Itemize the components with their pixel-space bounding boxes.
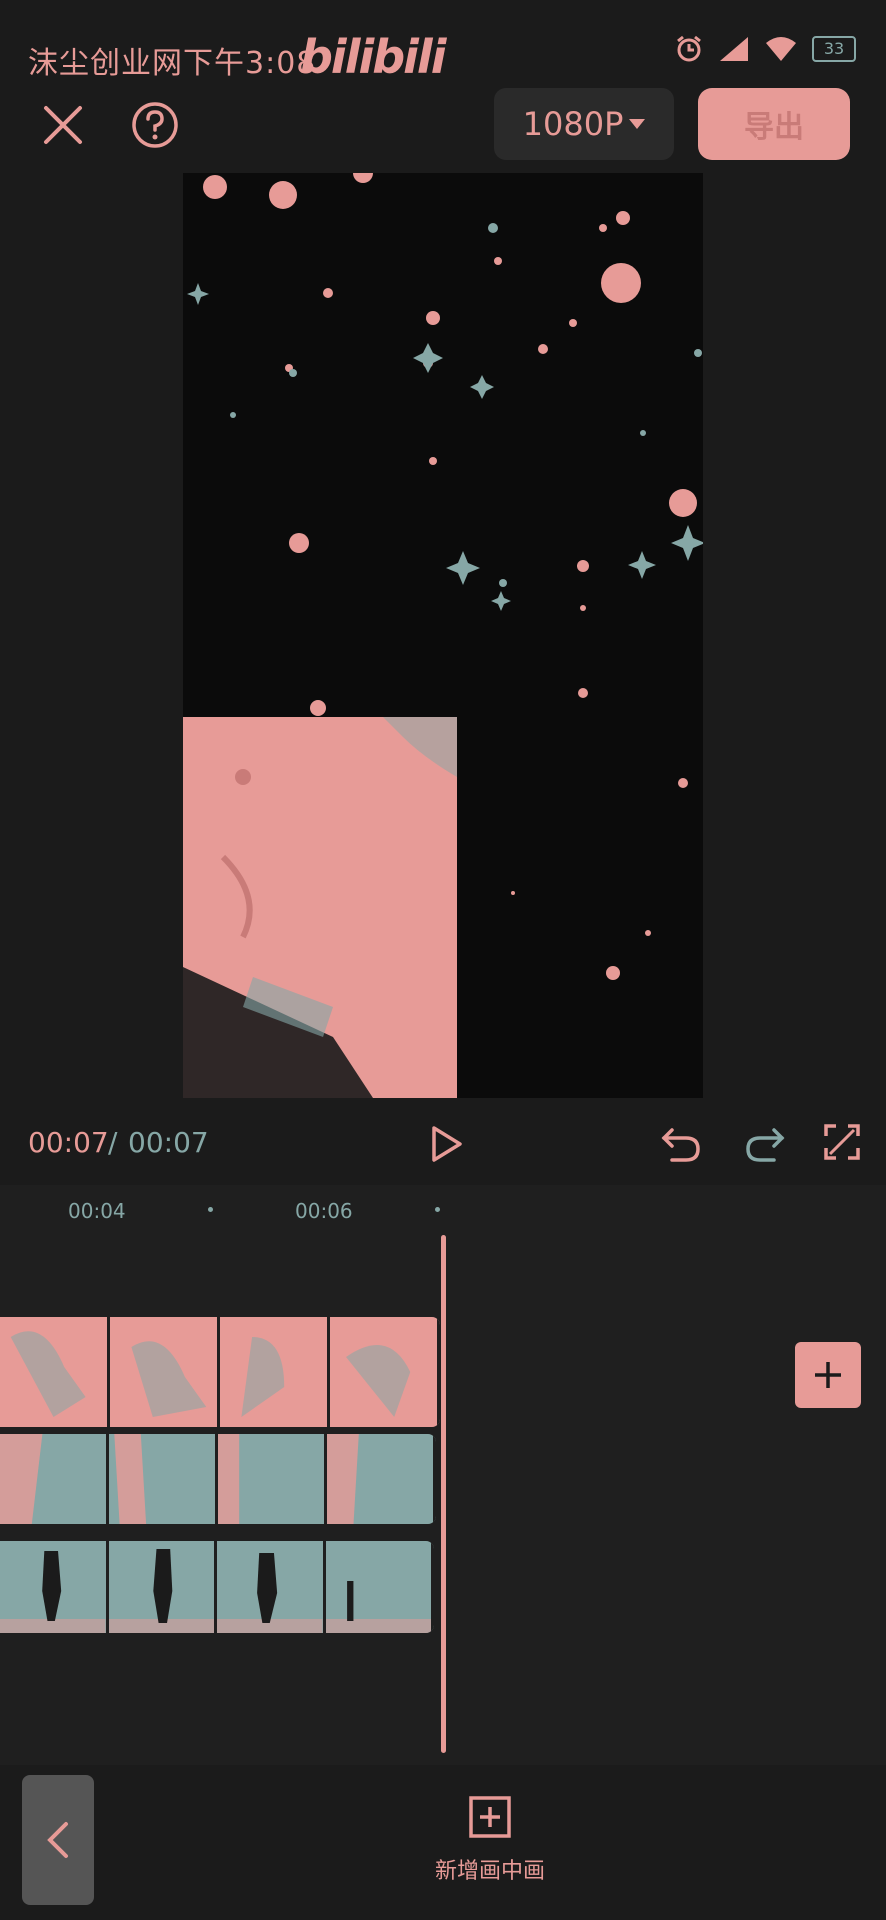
add-pip-button[interactable]: 新增画中画 <box>410 1795 570 1885</box>
video-track-1[interactable] <box>0 1434 436 1524</box>
add-square-icon <box>469 1796 511 1838</box>
clip-frame <box>0 1541 109 1633</box>
bottom-toolbar: 新增画中画 <box>0 1765 886 1920</box>
timeline-tick: 00:06 <box>295 1199 353 1223</box>
help-button[interactable] <box>130 100 180 150</box>
play-button[interactable] <box>426 1124 466 1164</box>
time-separator: / <box>108 1126 118 1159</box>
plus-icon <box>815 1362 841 1388</box>
fullscreen-button[interactable] <box>822 1122 862 1162</box>
undo-button[interactable] <box>660 1122 704 1166</box>
redo-icon <box>746 1128 785 1162</box>
add-clip-button[interactable] <box>795 1342 861 1408</box>
alarm-icon <box>677 35 701 62</box>
fullscreen-icon <box>824 1124 860 1160</box>
status-icons: 33 <box>674 34 856 64</box>
battery-icon: 33 <box>812 36 856 62</box>
total-time: 00:07 <box>128 1126 209 1159</box>
timeline-dot <box>435 1207 440 1212</box>
resolution-label: 1080P <box>522 105 624 143</box>
resolution-selector[interactable]: 1080P <box>494 88 674 160</box>
clip-frame <box>327 1434 436 1524</box>
export-label: 导出 <box>744 110 804 145</box>
clip-frame <box>218 1434 327 1524</box>
back-button[interactable] <box>22 1775 94 1905</box>
export-button[interactable]: 导出 <box>698 88 850 160</box>
close-button[interactable] <box>38 100 88 150</box>
help-icon <box>132 102 178 148</box>
timeline-dot <box>208 1207 213 1212</box>
signal-icon <box>720 37 748 61</box>
current-time: 00:07 <box>28 1126 109 1159</box>
clip-frame <box>330 1317 440 1427</box>
clip-frame <box>325 1541 434 1633</box>
clip-frame <box>0 1317 110 1427</box>
video-track-2[interactable] <box>0 1541 434 1633</box>
playhead[interactable] <box>441 1235 446 1753</box>
clip-frame <box>0 1434 109 1524</box>
pip-clip-graphic <box>183 717 457 1098</box>
close-icon <box>44 106 82 144</box>
clip-frame <box>220 1317 330 1427</box>
timeline-panel[interactable]: 00:04 00:06 <box>0 1185 886 1765</box>
timeline-tick: 00:04 <box>68 1199 126 1223</box>
add-pip-label: 新增画中画 <box>434 1859 545 1884</box>
pip-overlay-clip[interactable] <box>183 717 457 1098</box>
undo-icon <box>661 1128 700 1162</box>
redo-button[interactable] <box>742 1122 786 1166</box>
status-bar: 沫尘创业网下午3:08 bilibili 33 <box>0 0 886 90</box>
clip-frame <box>108 1541 217 1633</box>
status-bar-text: 沫尘创业网下午3:08 <box>28 46 317 81</box>
wifi-icon <box>766 37 796 61</box>
bilibili-logo: bilibili <box>300 30 446 84</box>
pip-track[interactable] <box>0 1317 440 1427</box>
play-icon <box>432 1126 462 1162</box>
clip-frame <box>109 1434 218 1524</box>
clip-frame <box>110 1317 220 1427</box>
caret-down-icon <box>629 119 646 129</box>
chevron-left-icon <box>47 1822 68 1858</box>
video-preview[interactable] <box>183 173 703 1098</box>
clip-frame <box>217 1541 326 1633</box>
